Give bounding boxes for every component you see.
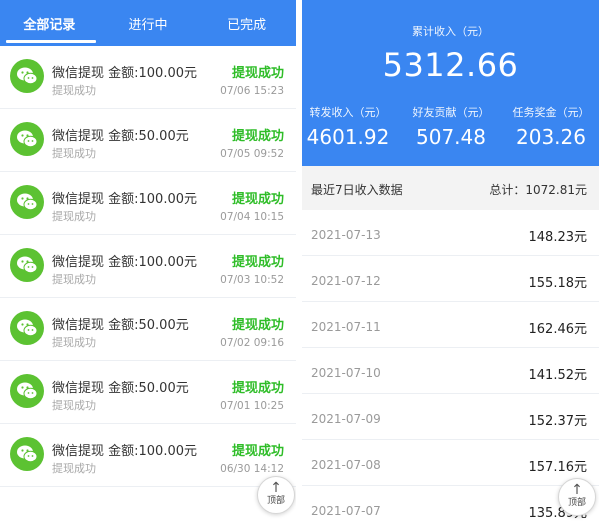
record-subtitle: 提现成功 [52,210,96,223]
wechat-icon [10,311,44,345]
stat-value: 507.48 [416,125,486,149]
list-item[interactable]: 微信提现 金额:50.00元 提现成功 提现成功 07/05 09:52 [0,109,296,172]
wechat-icon [10,185,44,219]
row-date: 2021-07-10 [311,366,381,380]
record-title: 微信提现 金额:100.00元 [52,66,197,81]
tab-in-progress[interactable]: 进行中 [99,0,198,46]
record-subtitle: 提现成功 [52,273,96,286]
wechat-icon [10,437,44,471]
record-title: 微信提现 金额:50.00元 [52,381,189,396]
record-time: 06/30 14:12 [220,463,284,475]
table-row: 2021-07-07 135.89元 [302,486,599,524]
withdraw-records-panel: 全部记录 进行中 已完成 微信提现 金额:100.00元 提现成功 提现成功 0… [0,0,296,524]
row-date: 2021-07-07 [311,504,381,518]
list-item[interactable]: 微信提现 金额:100.00元 提现成功 提现成功 07/06 15:23 [0,46,296,109]
arrow-up-icon: ↑ [571,482,583,498]
row-amount: 148.23元 [528,230,588,245]
record-title: 微信提现 金额:50.00元 [52,129,189,144]
stat-value: 203.26 [516,125,586,149]
status-badge: 提现成功 [231,192,284,207]
stat-task-bonus: 任务奖金（元） 203.26 [507,104,595,149]
row-amount: 152.37元 [528,414,588,429]
record-subtitle: 提现成功 [52,84,96,97]
row-amount: 155.18元 [528,276,588,291]
record-time: 07/04 10:15 [220,211,284,223]
total-income-label: 累计收入（元） [412,25,489,38]
wechat-icon [10,59,44,93]
table-row: 2021-07-10 141.52元 [302,348,599,394]
list-item[interactable]: 微信提现 金额:100.00元 提现成功 提现成功 06/30 14:12 [0,424,296,487]
list-item[interactable]: 微信提现 金额:50.00元 提现成功 提现成功 07/01 10:25 [0,361,296,424]
record-time: 07/02 09:16 [220,337,284,349]
row-date: 2021-07-11 [311,320,381,334]
row-date: 2021-07-09 [311,412,381,426]
status-badge: 提现成功 [231,129,284,144]
record-title: 微信提现 金额:100.00元 [52,444,197,459]
table-row: 2021-07-12 155.18元 [302,256,599,302]
stat-label: 好友贡献（元） [412,106,490,119]
list-item[interactable]: 微信提现 金额:50.00元 提现成功 提现成功 07/02 09:16 [0,298,296,361]
back-to-top-button[interactable]: ↑ 顶部 [257,476,295,514]
table-row: 2021-07-11 162.46元 [302,302,599,348]
back-to-top-label: 顶部 [266,496,285,506]
recent-summary-bar: 最近7日收入数据 总计：1072.81元 [302,166,599,210]
record-tabs: 全部记录 进行中 已完成 [0,0,296,46]
row-date: 2021-07-12 [311,274,381,288]
list-item[interactable]: 微信提现 金额:100.00元 提现成功 提现成功 07/04 10:15 [0,172,296,235]
row-date: 2021-07-08 [311,458,381,472]
status-badge: 提现成功 [231,255,284,270]
record-subtitle: 提现成功 [52,462,96,475]
recent-summary-total: 总计：1072.81元 [489,183,587,197]
stat-value: 4601.92 [306,125,390,149]
record-time: 07/05 09:52 [220,148,284,160]
income-header: 累计收入（元） 5312.66 转发收入（元） 4601.92 好友贡献（元） … [302,0,599,166]
back-to-top-label: 顶部 [567,498,586,508]
stat-label: 转发收入（元） [309,106,387,119]
status-badge: 提现成功 [231,66,284,81]
record-subtitle: 提现成功 [52,336,96,349]
record-title: 微信提现 金额:100.00元 [52,192,197,207]
row-amount: 157.16元 [528,460,588,475]
back-to-top-button[interactable]: ↑ 顶部 [558,478,596,516]
record-subtitle: 提现成功 [52,147,96,160]
recent-summary-title: 最近7日收入数据 [311,183,403,197]
stat-forward-income: 转发收入（元） 4601.92 [306,104,390,149]
status-badge: 提现成功 [231,444,284,459]
record-title: 微信提现 金额:50.00元 [52,318,189,333]
stat-label: 任务奖金（元） [512,106,590,119]
wechat-icon [10,122,44,156]
table-row: 2021-07-13 148.23元 [302,210,599,256]
record-time: 07/01 10:25 [220,400,284,412]
record-time: 07/03 10:52 [220,274,284,286]
row-amount: 162.46元 [528,322,588,337]
wechat-icon [10,374,44,408]
list-item[interactable]: 微信提现 金额:100.00元 提现成功 提现成功 07/03 10:52 [0,235,296,298]
active-tab-indicator [6,40,96,43]
record-time: 07/06 15:23 [220,85,284,97]
record-subtitle: 提现成功 [52,399,96,412]
row-amount: 141.52元 [528,368,588,383]
stat-friend-contribution: 好友贡献（元） 507.48 [406,104,496,149]
record-title: 微信提现 金额:100.00元 [52,255,197,270]
status-badge: 提现成功 [231,318,284,333]
arrow-up-icon: ↑ [270,480,282,496]
wechat-icon [10,248,44,282]
tab-completed[interactable]: 已完成 [197,0,296,46]
total-income-value: 5312.66 [382,46,519,84]
table-row: 2021-07-08 157.16元 [302,440,599,486]
status-badge: 提现成功 [231,381,284,396]
income-panel: 累计收入（元） 5312.66 转发收入（元） 4601.92 好友贡献（元） … [302,0,599,524]
table-row: 2021-07-09 152.37元 [302,394,599,440]
row-date: 2021-07-13 [311,228,381,242]
